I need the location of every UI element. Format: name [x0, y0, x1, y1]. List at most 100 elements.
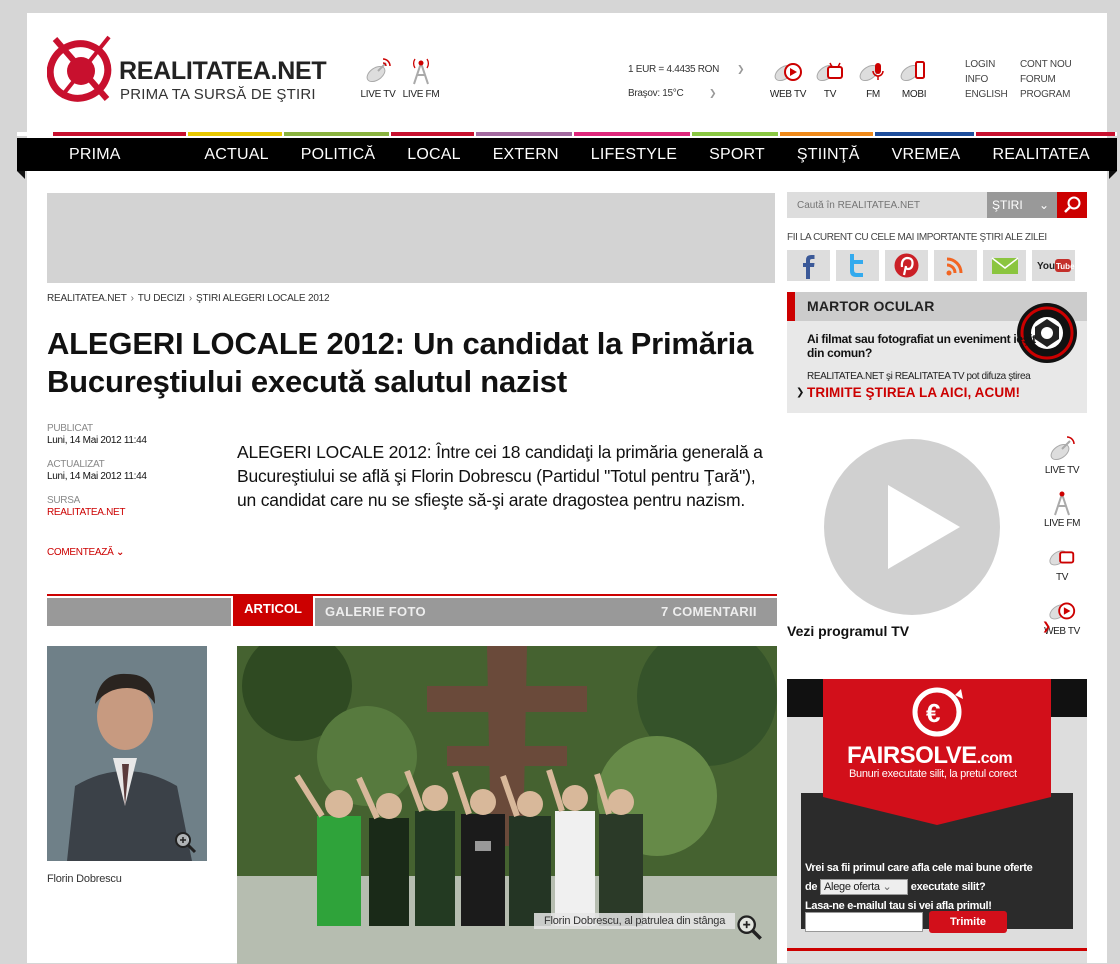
live-tv-button[interactable]: LIVE TV [355, 57, 401, 100]
live-tv-label: LIVE TV [360, 89, 396, 100]
search-scope-select[interactable]: ŞTIRI ⌄ [987, 192, 1057, 218]
tab-gallery[interactable]: GALERIE FOTO [325, 598, 426, 626]
zoom-icon[interactable] [173, 830, 197, 854]
banner-brand-name: FAIRSOLVE [847, 742, 977, 769]
tab-spacer [47, 598, 231, 626]
tv-icon [816, 62, 843, 82]
program-link[interactable]: PROGRAM [1020, 87, 1072, 102]
banner-brand-suffix: .com [976, 750, 1013, 767]
article-photo[interactable]: Florin Dobrescu, al patrulea din stânga [237, 646, 777, 964]
side-live-tv-button[interactable]: LIVE TV [1039, 435, 1085, 476]
article-lead: ALEGERI LOCALE 2012: Între cei 18 candid… [237, 442, 763, 510]
nav-item-prima-pagina[interactable]: PRIMA PAGINA [53, 138, 188, 196]
color-bar-segment [692, 132, 780, 136]
nav-item-politica[interactable]: POLITICĂ [285, 138, 392, 171]
youtube-button[interactable]: You Tube [1032, 250, 1075, 281]
banner-ribbon-point [823, 797, 1051, 825]
color-bar-segment [780, 132, 875, 136]
published-label: PUBLICAT [47, 423, 93, 434]
eyewitness-info: REALITATEA.NET şi REALITATEA TV pot difu… [807, 371, 1031, 382]
breadcrumb-item-home[interactable]: REALITATEA.NET [47, 293, 127, 304]
nav-item-local[interactable]: LOCAL [391, 138, 476, 171]
candidate-thumbnail[interactable] [47, 646, 207, 861]
exchange-rate: 1 EUR = 4.4435 RON [628, 64, 720, 75]
web-tv-label: WEB TV [769, 89, 807, 100]
play-button[interactable] [824, 439, 1000, 615]
tab-article[interactable]: ARTICOL [233, 594, 313, 626]
breadcrumb: REALITATEA.NET › TU DECIZI › ŞTIRI ALEGERI L… [47, 293, 330, 304]
mobi-button[interactable]: MOBI [891, 57, 937, 100]
fm-button[interactable]: FM [850, 57, 896, 100]
satellite-dish-icon [366, 58, 391, 83]
chevron-down-icon: ⌄ [1038, 198, 1049, 212]
zoom-icon[interactable] [735, 913, 763, 941]
banner-email-input[interactable] [805, 912, 923, 932]
nav-item-actual[interactable]: ACTUAL [188, 138, 284, 171]
search-button[interactable] [1057, 192, 1087, 218]
weather-chevron-icon[interactable]: ❯ [709, 88, 717, 99]
login-link[interactable]: LOGIN [965, 57, 1008, 72]
email-button[interactable] [983, 250, 1026, 281]
web-tv-icon [774, 63, 802, 82]
euro-icon: € [912, 687, 963, 737]
search-icon [1064, 196, 1081, 213]
rss-icon [946, 257, 963, 276]
side-tv-button[interactable]: TV [1039, 542, 1085, 583]
article-tabs: ARTICOL GALERIE FOTO 7 COMENTARII [47, 594, 777, 626]
info-link[interactable]: INFO [965, 72, 1008, 87]
tv-program-link[interactable]: Vezi programul TV [787, 623, 909, 639]
live-fm-button[interactable]: LIVE FM [398, 57, 444, 100]
nav-item-vremea[interactable]: VREMEA [876, 138, 977, 171]
nav-item-lifestyle[interactable]: LIFESTYLE [575, 138, 693, 171]
send-news-link[interactable]: TRIMITE ŞTIREA LA AICI, ACUM! [807, 385, 1020, 400]
tab-comments[interactable]: 7 COMENTARII [661, 598, 757, 626]
side-tv-label: TV [1056, 572, 1068, 583]
site-logo[interactable]: REALITATEA.NET PRIMA TA SURSĂ DE ŞTIRI [46, 33, 337, 105]
english-link[interactable]: ENGLISH [965, 87, 1008, 102]
forum-link[interactable]: FORUM [1020, 72, 1072, 87]
article-title: ALEGERI LOCALE 2012: Un candidat la Prim… [47, 326, 754, 399]
comment-link-label: COMENTEAZĂ [47, 547, 114, 558]
banner-question: Vrei sa fii primul care afla cele mai bu… [805, 859, 1075, 916]
color-bar-segment [875, 132, 976, 136]
fairsolve-ad[interactable]: € FAIRSOLVE.com Bunuri executate silit, … [787, 679, 1087, 963]
nav-item-sport[interactable]: SPORT [693, 138, 781, 171]
facebook-button[interactable] [787, 250, 830, 281]
eyewitness-box: MARTOR OCULAR Ai filmat sau fotografiat … [787, 292, 1087, 413]
email-icon [991, 257, 1019, 274]
breadcrumb-item-topic[interactable]: ŞTIRI ALEGERI LOCALE 2012 [196, 293, 330, 304]
radio-tower-icon [1054, 491, 1070, 516]
pinterest-button[interactable] [885, 250, 928, 281]
exchange-rate-chevron-icon[interactable]: ❯ [737, 64, 745, 75]
ad-banner-placeholder[interactable] [47, 193, 775, 283]
pinterest-icon [894, 253, 919, 278]
side-live-fm-label: LIVE FM [1043, 518, 1081, 529]
mobile-icon [900, 61, 925, 82]
twitter-button[interactable] [836, 250, 879, 281]
nav-item-stiinta[interactable]: ŞTIINŢĂ [781, 138, 876, 171]
chevron-down-icon: ⌄ [115, 547, 125, 558]
logo-tagline: PRIMA TA SURSĂ DE ŞTIRI [120, 86, 316, 103]
source-link[interactable]: REALITATEA.NET [47, 507, 147, 519]
banner-send-button[interactable]: Trimite [929, 911, 1007, 933]
search-input[interactable] [787, 192, 987, 218]
color-bar-segment [976, 132, 1117, 136]
breadcrumb-separator-icon: › [130, 293, 134, 304]
rss-button[interactable] [934, 250, 977, 281]
comment-link[interactable]: COMENTEAZĂ ⌄ [47, 547, 124, 558]
nav-item-extern[interactable]: EXTERN [477, 138, 575, 171]
offer-select[interactable]: Alege oferta ⌄ [820, 879, 909, 896]
tv-button[interactable]: TV [807, 57, 853, 100]
header: REALITATEA.NET PRIMA TA SURSĂ DE ŞTIRI L… [27, 13, 1107, 133]
side-live-fm-button[interactable]: LIVE FM [1039, 488, 1085, 529]
logo-name: REALITATEA.NET [119, 57, 327, 85]
radio-tower-icon [413, 58, 429, 85]
eyewitness-accent [787, 292, 795, 321]
color-bar-segment [476, 132, 574, 136]
web-tv-button[interactable]: WEB TV [765, 57, 811, 100]
nav-item-realitatea-tv[interactable]: REALITATEA TV [976, 138, 1117, 196]
tabs-divider [47, 594, 777, 596]
live-fm-label: LIVE FM [402, 89, 440, 100]
breadcrumb-item-section[interactable]: TU DECIZI [138, 293, 185, 304]
new-account-link[interactable]: CONT NOU [1020, 57, 1072, 72]
